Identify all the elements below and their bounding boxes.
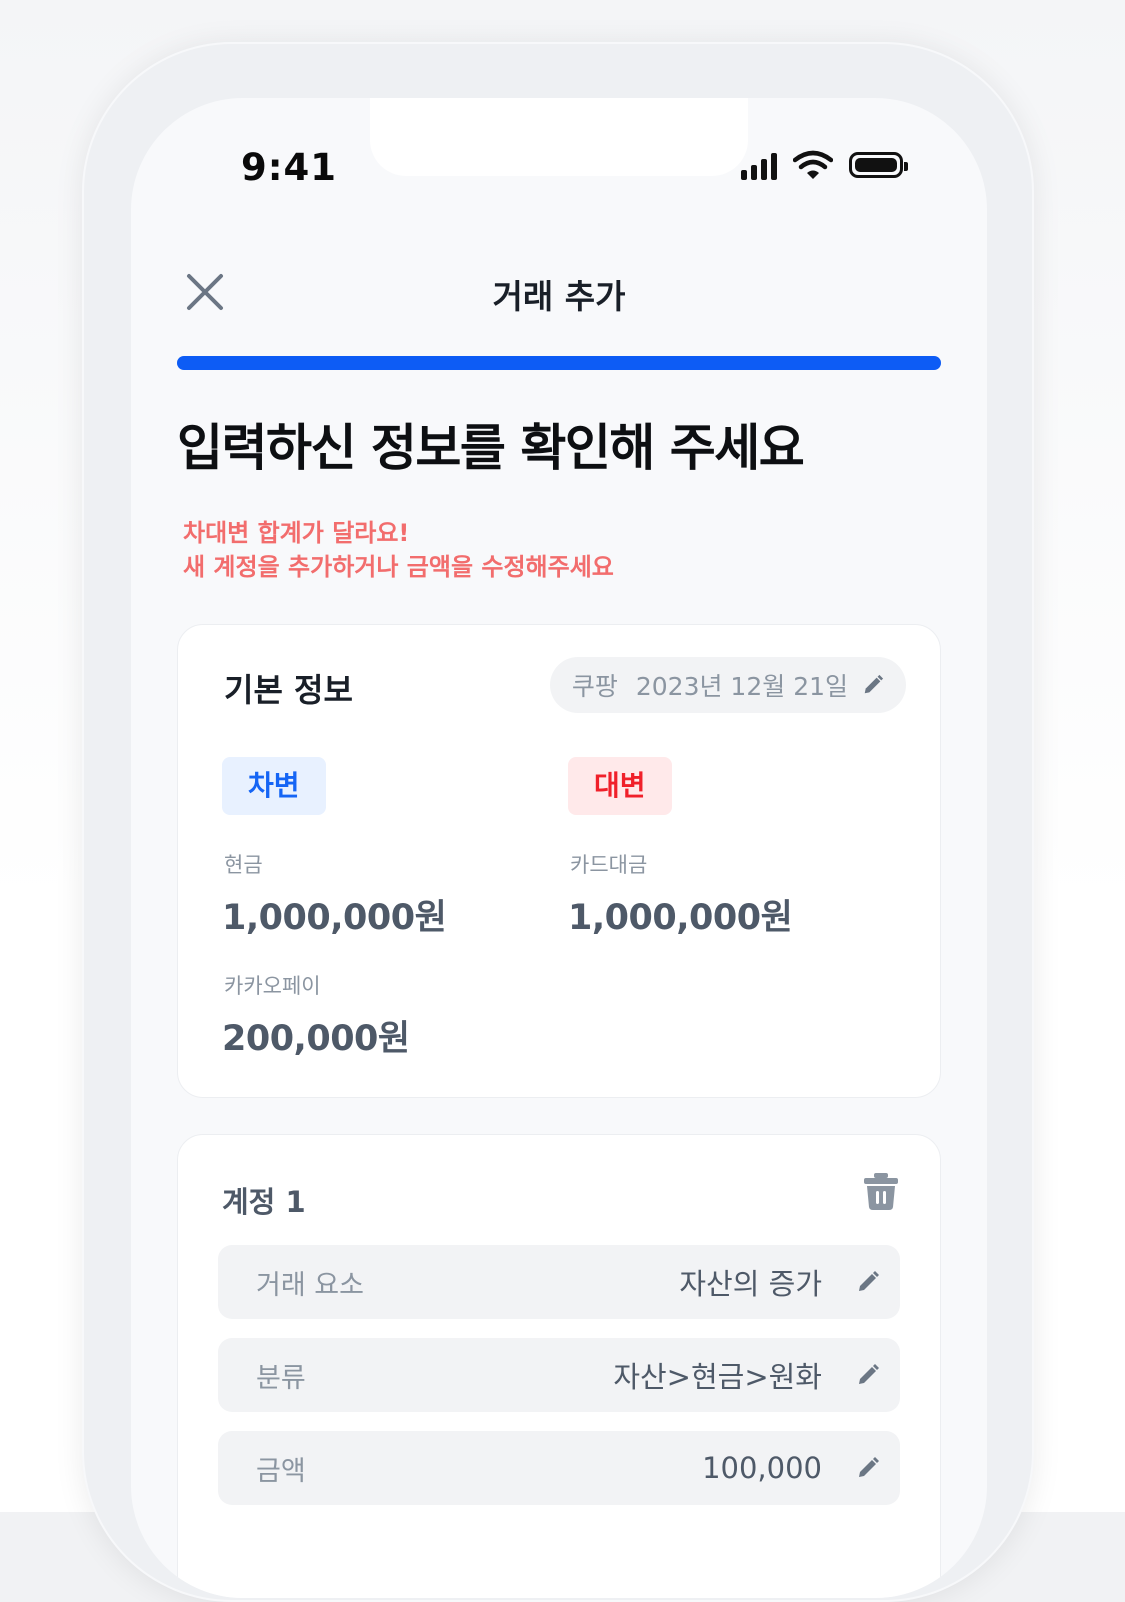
wifi-icon — [793, 150, 833, 179]
field-value: 자산의 증가 — [679, 1267, 822, 1301]
progress-bar — [177, 356, 941, 370]
notch — [370, 98, 748, 176]
phone-screen: 9:41 거래 추가 입력하신 정보를 확인해 주세요 차대변 합계가 달라요!… — [131, 98, 987, 1598]
pencil-icon[interactable] — [862, 674, 884, 696]
status-icons — [741, 150, 908, 180]
debit-entry: 현금 1,000,000원 — [222, 849, 447, 940]
field-label: 금액 — [256, 1455, 306, 1487]
basic-info-title: 기본 정보 — [224, 671, 353, 709]
debit-column: 차변 현금 1,000,000원 카카오페이 200,000원 — [222, 757, 447, 1061]
warning-line-2: 새 계정을 추가하거나 금액을 수정해주세요 — [183, 553, 614, 581]
basic-info-card: 기본 정보 쿠팡 2023년 12월 21일 차변 현금 1,000,000원 … — [177, 624, 941, 1098]
field-label: 분류 — [256, 1362, 306, 1394]
store-date-pill[interactable]: 쿠팡 2023년 12월 21일 — [549, 657, 906, 713]
field-label: 거래 요소 — [256, 1269, 364, 1301]
pencil-icon[interactable] — [856, 1363, 880, 1387]
warning-message: 차대변 합계가 달라요! 새 계정을 추가하거나 금액을 수정해주세요 — [183, 516, 614, 584]
pencil-icon[interactable] — [856, 1270, 880, 1294]
trash-icon[interactable] — [862, 1171, 900, 1211]
debit-chip: 차변 — [222, 757, 326, 815]
status-time: 9:41 — [241, 146, 338, 189]
headline: 입력하신 정보를 확인해 주세요 — [177, 419, 805, 477]
transaction-date: 2023년 12월 21일 — [635, 672, 848, 701]
entry-name: 현금 — [224, 853, 263, 877]
entry-amount: 1,000,000원 — [568, 898, 793, 938]
field-value: 100,000 — [702, 1451, 822, 1485]
field-row-amount[interactable]: 금액 100,000 — [218, 1431, 900, 1505]
entry-amount: 200,000원 — [222, 1019, 410, 1059]
page-title: 거래 추가 — [492, 277, 626, 316]
debit-entry: 카카오페이 200,000원 — [222, 970, 446, 1061]
field-row-transaction-element[interactable]: 거래 요소 자산의 증가 — [218, 1245, 900, 1319]
field-value: 자산>현금>원화 — [613, 1360, 822, 1394]
account-title: 계정 1 — [222, 1185, 306, 1219]
credit-chip: 대변 — [568, 757, 672, 815]
field-row-category[interactable]: 분류 자산>현금>원화 — [218, 1338, 900, 1412]
pencil-icon[interactable] — [856, 1456, 880, 1480]
store-name: 쿠팡 — [571, 672, 618, 701]
entry-amount: 1,000,000원 — [222, 898, 447, 938]
credit-entry: 카드대금 1,000,000원 — [568, 849, 793, 940]
credit-column: 대변 카드대금 1,000,000원 — [568, 757, 793, 940]
signal-icon — [741, 150, 777, 180]
warning-line-1: 차대변 합계가 달라요! — [183, 519, 410, 547]
progress-fill — [177, 356, 941, 370]
entry-name: 카드대금 — [570, 853, 648, 877]
account-card: 계정 1 거래 요소 자산의 증가 분류 자산>현금>원화 금액 100,000 — [177, 1134, 941, 1598]
battery-icon — [849, 152, 908, 178]
entry-name: 카카오페이 — [224, 974, 321, 998]
